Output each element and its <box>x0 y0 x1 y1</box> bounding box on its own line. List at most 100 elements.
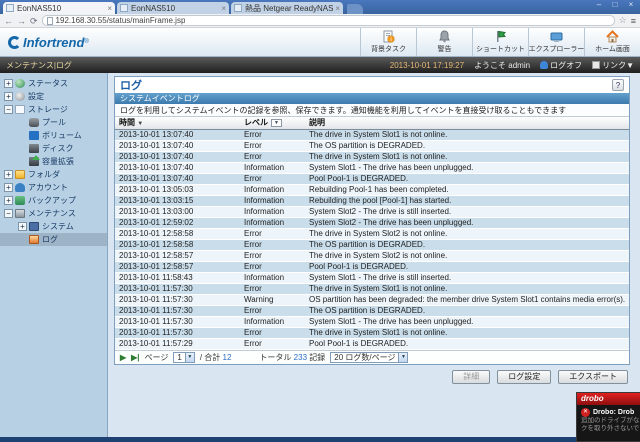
sidebar-item-account[interactable]: + アカウント <box>0 181 107 194</box>
log-row[interactable]: 2013-10-01 12:59:02 Information System Slo… <box>115 217 629 229</box>
address-bar[interactable]: 192.168.30.55/status/mainFrame.jsp <box>41 15 615 26</box>
home-button[interactable]: ホーム画面 <box>584 28 640 56</box>
close-button[interactable]: × <box>625 1 637 9</box>
links-menu[interactable]: リンク▼ <box>592 60 634 71</box>
last-page-icon[interactable]: ▶| <box>131 353 139 362</box>
log-row[interactable]: 2013-10-01 11:57:30 Error The drive in Sys… <box>115 327 629 339</box>
expand-icon[interactable]: + <box>4 92 13 101</box>
forward-icon[interactable]: → <box>17 16 26 26</box>
log-row[interactable]: 2013-10-01 12:58:57 Error The drive in Sys… <box>115 250 629 262</box>
sidebar-item-disk[interactable]: ディスク <box>0 142 107 155</box>
export-button[interactable]: エクスポート <box>558 369 628 384</box>
log-row[interactable]: 2013-10-01 12:58:58 Error The drive in Sys… <box>115 228 629 240</box>
collapse-icon[interactable]: − <box>4 209 13 218</box>
next-page-icon[interactable]: ▶ <box>120 353 126 362</box>
tab-close-icon[interactable]: × <box>107 4 112 13</box>
bookmark-star-icon[interactable]: ☆ <box>619 15 627 26</box>
collapse-icon[interactable]: − <box>4 105 13 114</box>
log-description: Rebuilding Pool-1 has been completed. <box>305 184 629 196</box>
help-button[interactable]: ? <box>612 79 624 91</box>
log-row[interactable]: 2013-10-01 13:07:40 Error The OS partition… <box>115 140 629 152</box>
column-header-time[interactable]: 時間 ▼ <box>115 117 240 130</box>
log-level: Error <box>240 261 305 273</box>
drobo-notification-popup[interactable]: drobo ✕ Drobo: Drob 追加のドライブがな クを取り外さないでく <box>576 392 640 442</box>
column-header-level[interactable]: レベル ▼ <box>240 117 305 130</box>
sidebar-item-system[interactable]: + システム <box>0 220 107 233</box>
maximize-button[interactable]: □ <box>609 1 621 9</box>
sidebar-item-pool[interactable]: プール <box>0 116 107 129</box>
column-header-description[interactable]: 説明 <box>305 117 629 130</box>
minimize-button[interactable]: – <box>593 1 605 9</box>
log-row[interactable]: 2013-10-01 13:03:00 Information System Slo… <box>115 206 629 218</box>
level-filter-dropdown[interactable]: ▼ <box>271 119 282 128</box>
details-button[interactable]: 詳細 <box>452 369 491 384</box>
expand-icon[interactable]: + <box>4 170 13 179</box>
browser-toolbar: ← → ⟳ 192.168.30.55/status/mainFrame.jsp… <box>0 14 640 28</box>
log-row[interactable]: 2013-10-01 11:57:29 Error Pool Pool-1 is D… <box>115 338 629 350</box>
log-level: Error <box>240 283 305 295</box>
shortcut-button[interactable]: ショートカット <box>472 28 528 56</box>
app-header: Infortrend® i 背景タスク 警告 ショートカット エクスプローラー <box>0 28 640 57</box>
log-level: Information <box>240 195 305 207</box>
logo-text: Infortrend <box>23 34 85 50</box>
new-tab-button[interactable] <box>347 4 363 14</box>
sidebar-item-label: フォルダ <box>28 170 60 179</box>
expand-icon[interactable]: + <box>4 79 13 88</box>
maintenance-icon <box>15 209 25 218</box>
expand-icon[interactable]: + <box>18 222 27 231</box>
sidebar-item-folder[interactable]: + フォルダ <box>0 168 107 181</box>
sidebar-item-capacity[interactable]: 容量拡張 <box>0 155 107 168</box>
log-settings-button[interactable]: ログ設定 <box>497 369 552 384</box>
log-row[interactable]: 2013-10-01 11:57:30 Information System Slo… <box>115 316 629 328</box>
browser-menu-icon[interactable]: ≡ <box>631 16 636 26</box>
breadcrumb: メンテナンス|ログ <box>6 60 72 70</box>
sidebar-item-status[interactable]: + ステータス <box>0 77 107 90</box>
tab-close-icon[interactable]: × <box>221 4 226 13</box>
sidebar-item-backup[interactable]: + バックアップ <box>0 194 107 207</box>
sidebar-tree: + ステータス + 設定 − ストレージ プール ボリューム ディスク 容量拡張 + フォルダ + アカウ… <box>0 73 108 437</box>
sidebar-item-label: バックアップ <box>28 196 76 205</box>
back-icon[interactable]: ← <box>4 16 13 26</box>
log-level: Information <box>240 162 305 174</box>
section-header: システムイベントログ <box>115 93 629 104</box>
log-row[interactable]: 2013-10-01 11:57:30 Error The drive in Sys… <box>115 283 629 295</box>
sidebar-item-volume[interactable]: ボリューム <box>0 129 107 142</box>
log-row[interactable]: 2013-10-01 12:58:57 Error Pool Pool-1 is D… <box>115 261 629 273</box>
expand-icon[interactable]: + <box>4 183 13 192</box>
sidebar-item-label: メンテナンス <box>28 209 76 218</box>
log-row[interactable]: 2013-10-01 12:58:58 Error The OS partition… <box>115 239 629 251</box>
log-row[interactable]: 2013-10-01 11:58:43 Information System Slo… <box>115 272 629 284</box>
log-row[interactable]: 2013-10-01 13:05:03 Information Rebuilding… <box>115 184 629 196</box>
sidebar-item-maintenance[interactable]: − メンテナンス <box>0 207 107 220</box>
per-page-select[interactable]: 20 ログ数/ページ ▼ <box>330 351 409 363</box>
total-pages-label: / 合計 12 <box>199 352 232 362</box>
page-select[interactable]: 1 ▼ <box>173 351 195 363</box>
logoff-link[interactable]: ログオフ <box>540 60 582 71</box>
log-row[interactable]: 2013-10-01 13:07:40 Information System Slo… <box>115 162 629 174</box>
browser-tab-1[interactable]: EonNAS510 × <box>3 2 115 14</box>
log-time: 2013-10-01 13:07:40 <box>115 151 240 163</box>
sidebar-item-settings[interactable]: + 設定 <box>0 90 107 103</box>
sidebar-item-storage[interactable]: − ストレージ <box>0 103 107 116</box>
sidebar-item-log[interactable]: ログ <box>0 233 107 246</box>
browser-tab-2[interactable]: EonNAS510 × <box>117 2 229 14</box>
log-row[interactable]: 2013-10-01 13:03:15 Information Rebuilding… <box>115 195 629 207</box>
url-text: 192.168.30.55/status/mainFrame.jsp <box>55 16 186 25</box>
tab-title: EonNAS510 <box>17 3 62 13</box>
log-row[interactable]: 2013-10-01 13:07:40 Error The drive in Sys… <box>115 129 629 141</box>
background-tasks-button[interactable]: i 背景タスク <box>360 28 416 56</box>
log-row[interactable]: 2013-10-01 13:07:40 Error Pool Pool-1 is D… <box>115 173 629 185</box>
explorer-button[interactable]: エクスプローラー <box>528 28 584 56</box>
shortcut-flag-icon <box>494 30 507 43</box>
log-row[interactable]: 2013-10-01 11:57:30 Error The OS partition… <box>115 305 629 317</box>
refresh-icon[interactable]: ⟳ <box>30 16 38 26</box>
log-row[interactable]: 2013-10-01 11:57:30 Warning OS partition h… <box>115 294 629 306</box>
alerts-button[interactable]: 警告 <box>416 28 472 56</box>
log-table: 時間 ▼ レベル ▼ 説明 2013-10-01 13:07:40 Error The… <box>115 117 629 350</box>
browser-tab-3[interactable]: 熱品 Netgear ReadyNAS × <box>231 2 343 14</box>
tab-close-icon[interactable]: × <box>335 4 340 13</box>
log-time: 2013-10-01 11:57:30 <box>115 305 240 317</box>
expand-icon[interactable]: + <box>4 196 13 205</box>
log-row[interactable]: 2013-10-01 13:07:40 Error The drive in Sys… <box>115 151 629 163</box>
